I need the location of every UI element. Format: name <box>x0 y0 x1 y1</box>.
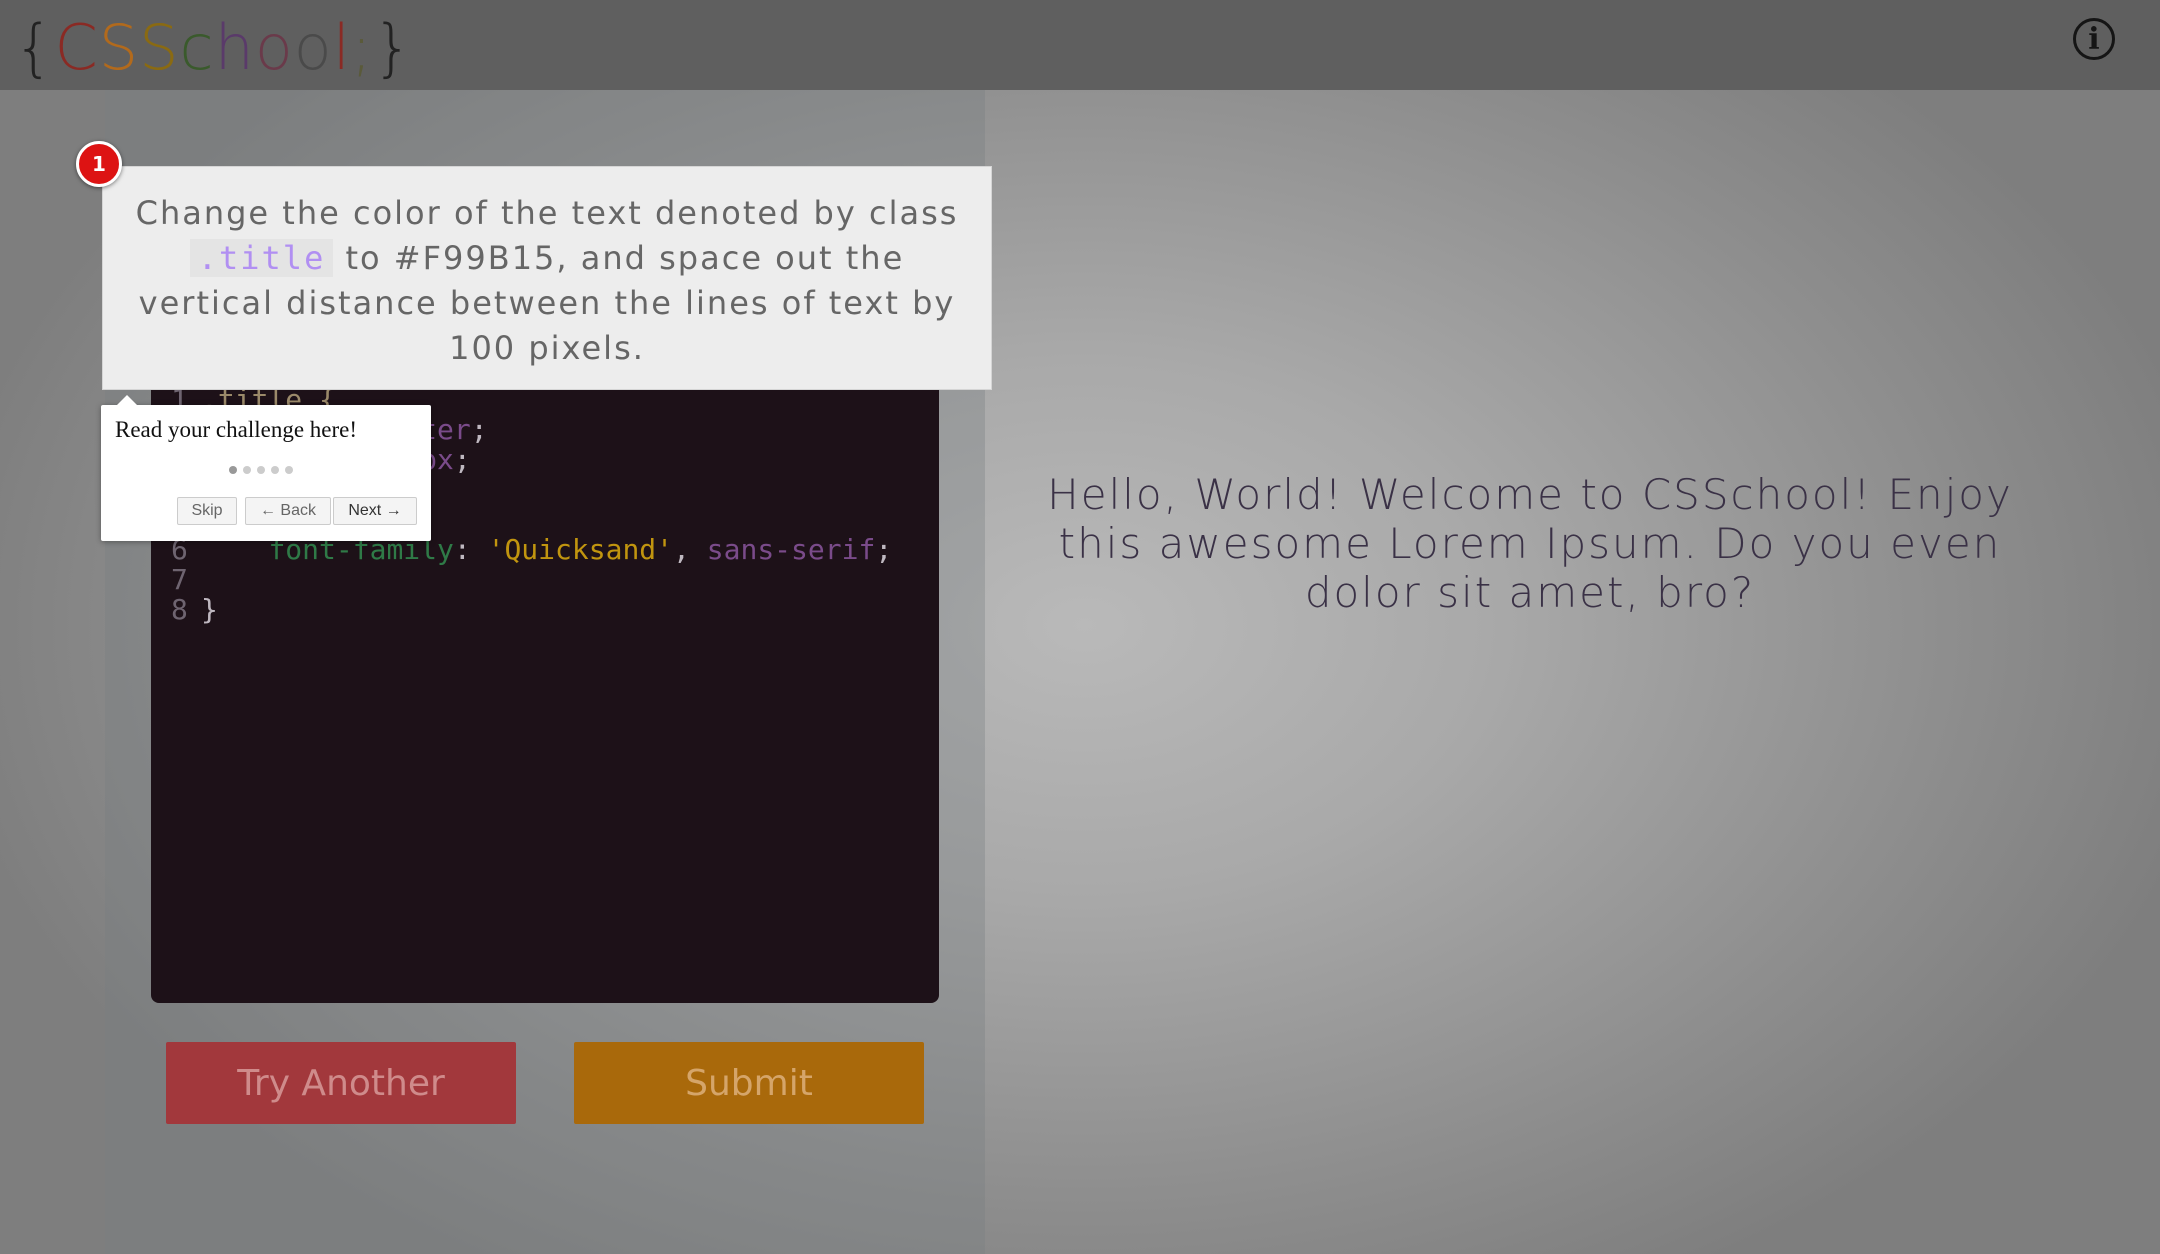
code-token: ; <box>453 443 471 476</box>
back-button[interactable]: ← Back <box>245 497 331 525</box>
logo-char: S <box>98 11 140 84</box>
logo-char: l <box>332 11 351 84</box>
code-token: } <box>201 593 218 626</box>
next-button[interactable]: Next → <box>333 497 417 525</box>
challenge-code: .title <box>189 239 334 277</box>
info-icon[interactable]: i <box>2073 18 2115 60</box>
code-token: 'Quicksand' <box>487 533 674 566</box>
logo-char: ; <box>350 11 373 84</box>
logo-char: { <box>14 11 55 84</box>
code-line: 7 <box>171 565 201 595</box>
tour-text: Read your challenge here! <box>115 417 358 442</box>
line-number: 7 <box>171 563 188 596</box>
code-line: 8} <box>171 595 218 625</box>
challenge-text-before: Change the color of the text denoted by … <box>135 194 959 232</box>
code-token: ; <box>875 533 893 566</box>
tour-dot[interactable] <box>285 466 293 474</box>
top-bar: {CSSchool;} i <box>0 0 2160 90</box>
logo-char: h <box>214 11 255 84</box>
code-token: ; <box>470 413 488 446</box>
code-token: , <box>673 533 707 566</box>
logo-char: } <box>372 11 414 84</box>
tour-dot[interactable] <box>229 466 237 474</box>
tour-dot[interactable] <box>257 466 265 474</box>
logo-char: S <box>139 11 180 84</box>
logo-char: c <box>179 11 215 84</box>
logo-char: o <box>293 11 333 84</box>
tour-dot[interactable] <box>243 466 251 474</box>
code-token: sans-serif <box>706 533 876 566</box>
skip-button[interactable]: Skip <box>177 497 237 525</box>
submit-button[interactable]: Submit <box>574 1042 924 1124</box>
app-logo[interactable]: {CSSchool;} <box>14 8 413 88</box>
tour-dot[interactable] <box>271 466 279 474</box>
try-another-button[interactable]: Try Another <box>166 1042 516 1124</box>
challenge-prompt: Change the color of the text denoted by … <box>102 166 992 390</box>
preview-text: Hello, World! Welcome to CSSchool! Enjoy… <box>1047 470 2013 617</box>
tour-tooltip: Read your challenge here! Skip ← Back Ne… <box>101 395 431 541</box>
tooltip-arrow <box>117 395 137 405</box>
tour-progress-dots <box>229 466 293 474</box>
logo-char: C <box>54 11 99 84</box>
logo-char: o <box>254 11 294 84</box>
code-token: : <box>453 533 488 566</box>
step-badge: 1 <box>76 141 122 187</box>
line-number: 8 <box>171 593 188 626</box>
